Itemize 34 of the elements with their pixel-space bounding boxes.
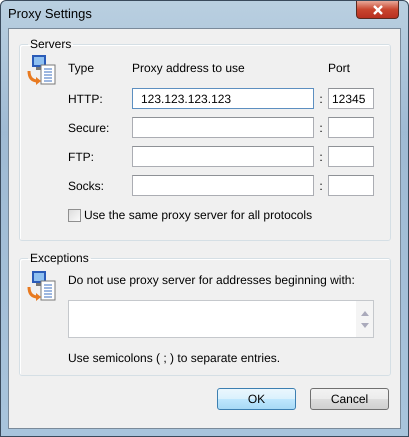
exceptions-hint: Use semicolons ( ; ) to separate entries. (68, 351, 282, 365)
group-title: Exceptions (29, 251, 90, 265)
port-field[interactable] (328, 175, 374, 196)
scroll-up-icon[interactable] (360, 310, 368, 316)
port-field[interactable]: 12345 (328, 88, 374, 109)
close-icon (370, 4, 384, 14)
type-header: Type (68, 60, 96, 74)
exceptions-prompt: Do not use proxy server for addresses beginning with: (68, 273, 356, 287)
separator-label: : (318, 178, 324, 192)
protocol-label: FTP: (68, 150, 95, 164)
protocol-label: Secure: (68, 120, 110, 134)
group-title: Servers (29, 37, 72, 51)
exceptions-field[interactable] (68, 300, 374, 338)
address-field[interactable] (132, 146, 314, 167)
same-proxy-checkbox[interactable]: Use the same proxy server for all protocols (68, 208, 390, 222)
scroll-down-icon[interactable] (360, 322, 368, 328)
separator-label: : (318, 92, 324, 106)
protocol-label: HTTP: (68, 92, 104, 106)
address-header: Proxy address to use (132, 60, 246, 74)
port-header: Port (328, 60, 352, 74)
protocol-label: Socks: (68, 178, 106, 192)
close-button[interactable] (356, 1, 399, 19)
separator-label: : (318, 120, 324, 134)
address-field[interactable]: 123.123.123.123 (132, 88, 314, 109)
network-computer-icon (26, 269, 58, 303)
dialog-button[interactable]: Cancel (310, 388, 389, 410)
window-title: Proxy Settings (8, 6, 92, 21)
dialog-button[interactable]: OK (217, 388, 296, 410)
separator-label: : (318, 150, 324, 164)
port-field[interactable] (328, 146, 374, 167)
port-field[interactable] (328, 117, 374, 138)
network-computer-icon (26, 53, 58, 87)
address-field[interactable] (132, 117, 314, 138)
address-field[interactable] (132, 175, 314, 196)
